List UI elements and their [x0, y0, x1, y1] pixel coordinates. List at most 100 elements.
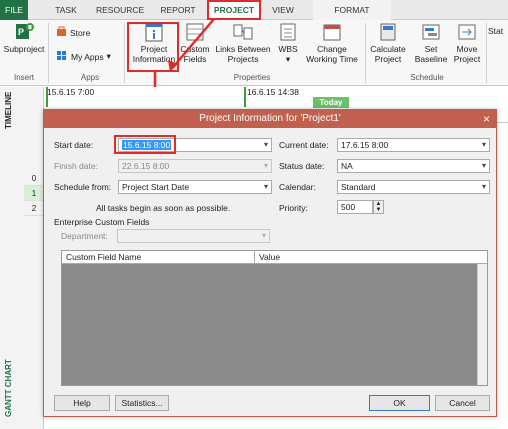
- enterprise-custom-fields-label: Enterprise Custom Fields: [54, 217, 150, 227]
- chevron-down-icon: ▾: [261, 231, 266, 240]
- move-project-icon: [456, 22, 478, 42]
- gantt-chart-label: GANTT CHART: [4, 359, 13, 417]
- status-date-field[interactable]: NA ▾: [337, 159, 490, 173]
- tab-project[interactable]: PROJECT: [207, 0, 261, 20]
- row-number[interactable]: 0: [24, 171, 44, 186]
- chevron-down-icon[interactable]: ▾: [264, 181, 268, 193]
- schedule-from-select[interactable]: Project Start Date ▾: [118, 180, 272, 194]
- current-date-label: Current date:: [279, 140, 329, 150]
- custom-fields-grid[interactable]: Custom Field Name Value: [61, 250, 488, 386]
- calendar-select[interactable]: Standard ▾: [337, 180, 490, 194]
- start-date-label: Start date:: [54, 140, 94, 150]
- status-date-value: NA: [341, 161, 353, 171]
- ribbon-separator: [365, 23, 366, 83]
- baseline-icon: [420, 22, 442, 42]
- chevron-down-icon[interactable]: ▾: [482, 139, 486, 151]
- chevron-down-icon[interactable]: ▾: [482, 181, 486, 193]
- tab-view[interactable]: VIEW: [268, 0, 298, 20]
- group-insert-label: Insert: [13, 73, 34, 82]
- statistics-button[interactable]: Statistics...: [115, 395, 169, 411]
- row-number[interactable]: 1: [24, 186, 44, 201]
- tab-file[interactable]: FILE: [0, 0, 28, 20]
- calculate-icon: [377, 22, 399, 42]
- schedule-note: All tasks begin as soon as possible.: [96, 203, 231, 213]
- links-between-label-2: Projects: [227, 54, 259, 64]
- set-baseline-label-1: Set: [424, 44, 438, 54]
- move-project-button[interactable]: Move Project: [452, 22, 482, 64]
- calendar-value: Standard: [341, 182, 376, 192]
- department-select: ▾: [117, 229, 270, 243]
- schedule-from-label: Schedule from:: [54, 182, 112, 192]
- subproject-icon: P: [13, 22, 35, 42]
- ribbon-separator: [48, 23, 49, 83]
- chevron-down-icon: ▾: [285, 54, 291, 64]
- my-apps-button[interactable]: My Apps ▾: [56, 50, 111, 63]
- chevron-down-icon[interactable]: ▾: [482, 160, 486, 172]
- tab-task[interactable]: TASK: [52, 0, 80, 20]
- calculate-project-button[interactable]: Calculate Project: [368, 22, 408, 64]
- column-header-value[interactable]: Value: [254, 251, 280, 264]
- tab-format[interactable]: FORMAT: [313, 0, 391, 20]
- chevron-down-icon: ▾: [263, 161, 268, 170]
- cancel-button[interactable]: Cancel: [435, 395, 490, 411]
- row-number[interactable]: 2: [24, 201, 44, 216]
- custom-fields-label-1: Custom: [180, 44, 210, 54]
- links-between-projects-button[interactable]: Links Between Projects: [214, 22, 272, 64]
- links-between-label-1: Links Between: [215, 44, 271, 54]
- set-baseline-button[interactable]: Set Baseline: [410, 22, 452, 64]
- dialog-title: Project Information for 'Project1': [44, 110, 496, 128]
- calculate-label-1: Calculate: [370, 44, 406, 54]
- column-header-custom-field-name[interactable]: Custom Field Name: [66, 251, 141, 263]
- finish-date-label: Finish date:: [54, 161, 98, 171]
- group-properties-label: Properties: [233, 73, 271, 82]
- ribbon-separator: [486, 23, 487, 83]
- current-date-field[interactable]: 17.6.15 8:00 ▾: [337, 138, 490, 152]
- view-sidebar: TIMELINE GANTT CHART 0 1 2: [0, 87, 44, 429]
- change-working-time-label-2: Working Time: [306, 54, 358, 64]
- subproject-button[interactable]: P Subproject: [2, 22, 46, 54]
- priority-label: Priority:: [279, 203, 308, 213]
- ribbon-separator: [124, 23, 125, 83]
- timeline-start-marker: [46, 87, 48, 107]
- highlight-start-date: [114, 135, 176, 154]
- highlight-project-information: [127, 22, 179, 72]
- links-icon: [232, 22, 254, 42]
- department-label: Department:: [61, 231, 108, 241]
- spin-down-icon[interactable]: ▼: [374, 207, 383, 213]
- store-button[interactable]: Store: [56, 26, 90, 39]
- status-label: Stat: [488, 26, 504, 36]
- wbs-icon: [277, 22, 299, 42]
- help-button[interactable]: Help: [54, 395, 110, 411]
- store-icon: [56, 26, 67, 39]
- ok-button[interactable]: OK: [369, 395, 430, 411]
- tab-resource[interactable]: RESOURCE: [96, 0, 144, 20]
- group-apps-label: Apps: [80, 73, 100, 82]
- tab-report[interactable]: REPORT: [158, 0, 198, 20]
- my-apps-label: My Apps: [71, 51, 104, 62]
- finish-date-field: 22.6.15 8:00 ▾: [118, 159, 272, 173]
- grid-header: Custom Field Name Value: [62, 251, 487, 264]
- grid-scrollbar[interactable]: [477, 264, 487, 385]
- change-working-time-label-1: Change: [317, 44, 347, 54]
- today-badge: Today: [313, 97, 349, 108]
- move-project-label-1: Move: [456, 44, 478, 54]
- priority-field[interactable]: 500: [337, 200, 373, 214]
- schedule-from-value: Project Start Date: [122, 182, 190, 192]
- calendar-icon: [321, 22, 343, 42]
- change-working-time-button[interactable]: Change Working Time: [302, 22, 362, 64]
- chevron-down-icon[interactable]: ▾: [264, 139, 268, 151]
- close-icon[interactable]: ×: [483, 110, 490, 128]
- priority-value: 500: [341, 202, 356, 212]
- priority-spinner[interactable]: ▲ ▼: [373, 200, 384, 214]
- group-schedule-label: Schedule: [410, 73, 444, 82]
- subproject-label: Subproject: [3, 44, 45, 54]
- calculate-label-2: Project: [374, 54, 402, 64]
- wbs-button[interactable]: WBS ▾: [275, 22, 301, 64]
- status-date-label: Status date:: [279, 161, 325, 171]
- wbs-label: WBS: [278, 44, 298, 54]
- status-button-cut[interactable]: Stat: [488, 26, 503, 36]
- current-date-value: 17.6.15 8:00: [341, 140, 389, 150]
- custom-fields-button[interactable]: Custom Fields: [177, 22, 213, 64]
- my-apps-icon: [56, 50, 68, 63]
- timeline-current-date: 16.6.15 14:38: [247, 87, 299, 97]
